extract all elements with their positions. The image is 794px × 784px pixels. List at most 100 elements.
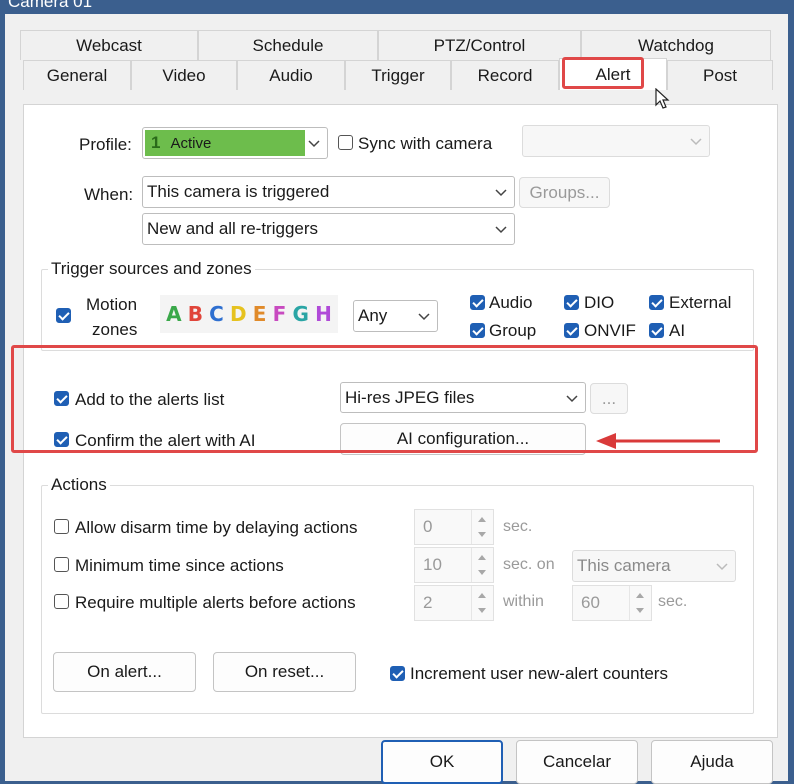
on-alert-button[interactable]: On alert... <box>53 652 196 692</box>
motion-zones-label-2: zones <box>92 320 138 339</box>
tab-general[interactable]: General <box>23 60 131 90</box>
ai-source-label: AI <box>669 321 686 340</box>
on-reset-label: On reset... <box>244 662 325 681</box>
window-titlebar: Camera 01 <box>0 0 794 14</box>
allow-disarm-label: Allow disarm time by delaying actions <box>75 518 358 537</box>
tab-label: General <box>46 65 108 85</box>
groups-button[interactable]: Groups... <box>519 177 610 208</box>
increment-counters-checkbox[interactable] <box>390 666 405 681</box>
zone-h[interactable]: H <box>315 302 332 326</box>
alert-tab-panel: Profile: 1 Active Sync with camera When:… <box>11 104 778 738</box>
groups-button-label: Groups... <box>529 182 600 202</box>
zone-c[interactable]: C <box>209 302 224 326</box>
alert-tab-highlight <box>562 57 644 89</box>
min-time-spinner[interactable]: 10 <box>414 547 494 583</box>
help-label: Ajuda <box>690 752 734 771</box>
disarm-spinner-buttons[interactable] <box>471 510 493 544</box>
min-time-value: 10 <box>423 555 442 574</box>
min-time-checkbox[interactable] <box>54 557 69 572</box>
when-value: This camera is triggered <box>147 182 330 201</box>
onvif-source-checkbox[interactable] <box>564 323 579 338</box>
tab-watchdog[interactable]: Watchdog <box>581 30 771 60</box>
tab-label: Webcast <box>76 35 142 55</box>
allow-disarm-checkbox[interactable] <box>54 519 69 534</box>
tab-ptz-control[interactable]: PTZ/Control <box>378 30 581 60</box>
audio-source-label: Audio <box>489 293 533 312</box>
profile-select[interactable]: 1 Active <box>142 127 328 159</box>
tab-audio[interactable]: Audio <box>237 60 345 90</box>
ok-label: OK <box>429 752 455 771</box>
zone-d[interactable]: D <box>230 302 247 326</box>
motion-zones-picker[interactable]: A B C D E F G H <box>160 295 338 333</box>
actions-title: Actions <box>48 475 110 495</box>
zones-any-value: Any <box>358 306 388 325</box>
sync-camera-select[interactable] <box>522 125 710 157</box>
within-unit: sec. <box>658 593 688 610</box>
ai-source-checkbox[interactable] <box>649 323 664 338</box>
chevron-down-icon <box>495 189 507 197</box>
increment-counters-label: Increment user new-alert counters <box>410 664 668 683</box>
tab-label: Schedule <box>252 35 324 55</box>
zone-e[interactable]: E <box>253 302 267 326</box>
motion-zones-checkbox[interactable] <box>56 308 71 323</box>
cancel-label: Cancelar <box>542 752 612 771</box>
tab-label: Post <box>702 65 738 85</box>
zone-g[interactable]: G <box>292 302 308 326</box>
retrigger-select[interactable]: New and all re-triggers <box>142 213 515 245</box>
require-count-spinner[interactable]: 2 <box>414 585 494 621</box>
sync-with-camera-label: Sync with camera <box>358 134 493 153</box>
on-alert-label: On alert... <box>87 662 162 681</box>
tab-label: Record <box>477 65 533 85</box>
sync-with-camera-checkbox[interactable] <box>338 135 353 150</box>
window-title: Camera 01 <box>8 0 93 11</box>
within-value: 60 <box>581 593 600 612</box>
on-reset-button[interactable]: On reset... <box>213 652 356 692</box>
cancel-button[interactable]: Cancelar <box>516 740 638 784</box>
external-source-checkbox[interactable] <box>649 295 664 310</box>
help-button[interactable]: Ajuda <box>651 740 773 784</box>
mouse-cursor-icon <box>655 88 670 109</box>
external-source-label: External <box>669 293 732 312</box>
trigger-sources-title: Trigger sources and zones <box>48 259 255 279</box>
onvif-source-label: ONVIF <box>584 321 636 340</box>
zone-a[interactable]: A <box>166 302 181 326</box>
dialog-body: Webcast Schedule PTZ/Control Watchdog Ge… <box>5 14 788 784</box>
profile-label: Profile: <box>79 135 132 154</box>
dio-source-label: DIO <box>584 293 615 312</box>
tab-post[interactable]: Post <box>667 60 773 90</box>
group-source-checkbox[interactable] <box>470 323 485 338</box>
require-count-value: 2 <box>423 593 433 612</box>
dio-source-checkbox[interactable] <box>564 295 579 310</box>
tab-trigger[interactable]: Trigger <box>345 60 451 90</box>
tab-label: Trigger <box>371 65 425 85</box>
min-time-camera-value: This camera <box>577 556 671 575</box>
zone-f[interactable]: F <box>273 302 287 326</box>
tab-record[interactable]: Record <box>451 60 559 90</box>
within-spinner-buttons[interactable] <box>629 586 651 620</box>
chevron-down-icon <box>418 313 430 321</box>
tab-video[interactable]: Video <box>131 60 237 90</box>
tab-webcast[interactable]: Webcast <box>20 30 198 60</box>
min-time-unit: sec. on <box>503 556 555 573</box>
disarm-unit: sec. <box>503 518 533 535</box>
profile-number: 1 <box>151 133 161 152</box>
tab-label: PTZ/Control <box>433 35 526 55</box>
within-spinner[interactable]: 60 <box>572 585 652 621</box>
disarm-time-value: 0 <box>423 517 433 536</box>
chevron-down-icon <box>716 563 728 571</box>
zones-any-select[interactable]: Any <box>353 300 438 332</box>
min-time-spinner-buttons[interactable] <box>471 548 493 582</box>
require-spinner-buttons[interactable] <box>471 586 493 620</box>
audio-source-checkbox[interactable] <box>470 295 485 310</box>
tab-label: Watchdog <box>638 35 714 55</box>
ok-button[interactable]: OK <box>381 740 503 784</box>
tab-schedule[interactable]: Schedule <box>198 30 378 60</box>
tab-label: Audio <box>269 65 313 85</box>
require-multiple-checkbox[interactable] <box>54 594 69 609</box>
tab-label: Video <box>162 65 206 85</box>
disarm-time-spinner[interactable]: 0 <box>414 509 494 545</box>
when-select[interactable]: This camera is triggered <box>142 176 515 208</box>
group-source-label: Group <box>489 321 537 340</box>
zone-b[interactable]: B <box>188 302 203 326</box>
min-time-camera-select[interactable]: This camera <box>572 550 736 582</box>
